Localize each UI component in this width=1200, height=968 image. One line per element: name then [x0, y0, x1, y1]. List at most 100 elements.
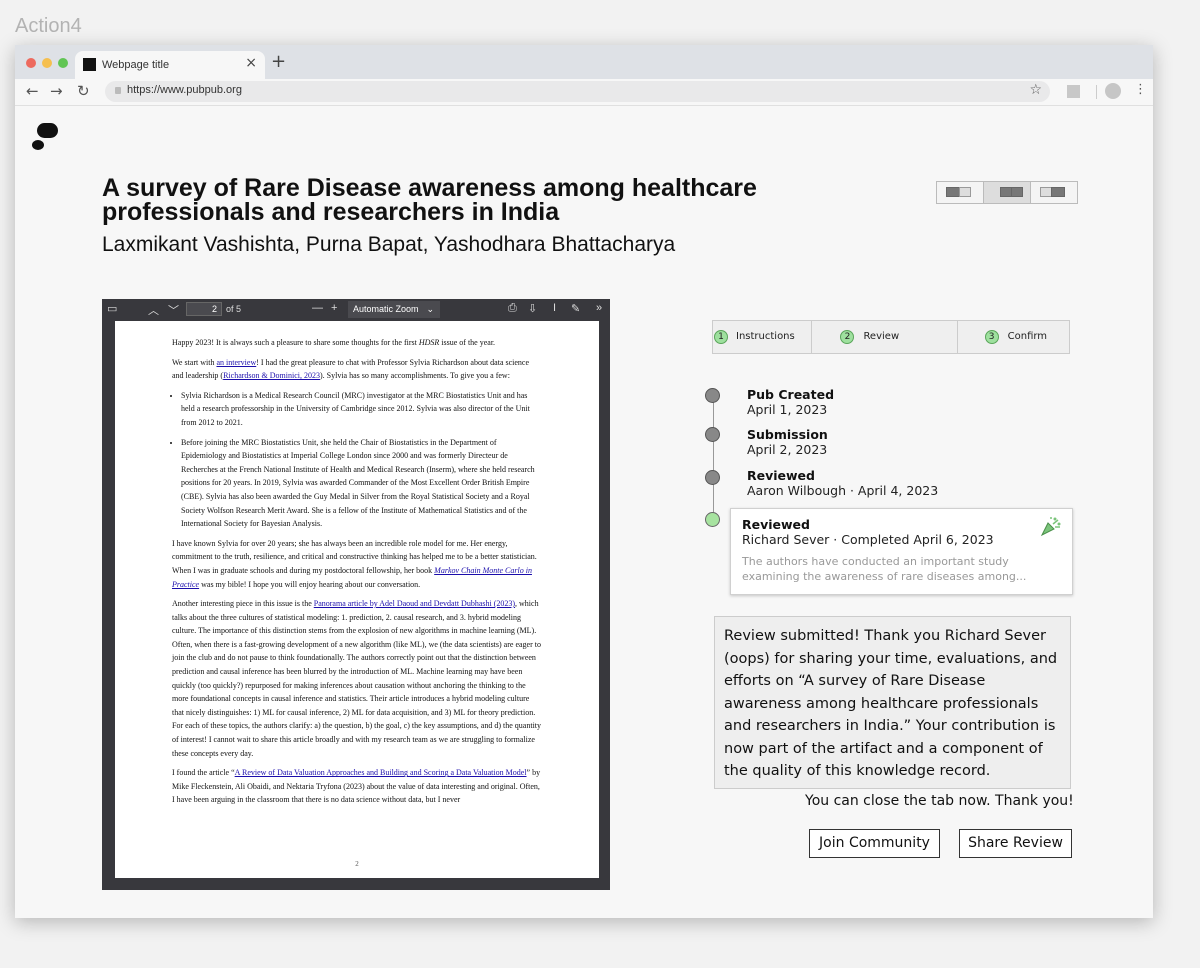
review-card-excerpt: The authors have conducted an important …	[742, 555, 1027, 583]
pdf-page-number: 2	[355, 860, 359, 868]
toolbar-divider	[1096, 85, 1097, 99]
tab-title: Webpage title	[102, 59, 170, 71]
step-label: Review	[863, 331, 900, 342]
zoom-out-icon[interactable]: —	[312, 302, 323, 314]
join-community-button[interactable]: Join Community	[809, 829, 940, 858]
browser-tab[interactable]: Webpage title ×	[75, 51, 265, 79]
zoom-select[interactable]: Automatic Zoom ⌄	[348, 301, 440, 318]
pdf-text: Happy 2023! It is always such a pleasure…	[172, 338, 419, 347]
download-icon[interactable]: ⇩	[528, 302, 537, 315]
pub-authors: Laxmikant Vashishta, Purna Bapat, Yashod…	[102, 233, 676, 256]
timeline-line	[713, 396, 714, 526]
layout-split-button[interactable]	[984, 182, 1031, 203]
reload-icon[interactable]: ↻	[77, 82, 90, 100]
step-review[interactable]: 2 Review	[812, 321, 958, 353]
extension-icon[interactable]	[1067, 85, 1080, 98]
zoom-in-icon[interactable]: +	[331, 302, 337, 314]
zoom-select-value: Automatic Zoom	[353, 304, 419, 314]
list-item: Before joining the MRC Biostatistics Uni…	[181, 436, 542, 531]
review-card[interactable]: Reviewed Richard Sever · Completed April…	[730, 508, 1073, 595]
maximize-window-dot[interactable]	[58, 58, 68, 68]
print-icon[interactable]: ⎙	[508, 302, 517, 315]
citation-link[interactable]: Richardson & Dominici, 2023	[223, 371, 320, 380]
minimize-window-dot[interactable]	[42, 58, 52, 68]
pdf-text: , which talks about the three cultures o…	[172, 599, 542, 758]
profile-avatar[interactable]	[1105, 83, 1121, 99]
timeline-dot-current	[705, 512, 720, 527]
step-number-badge: 2	[840, 330, 855, 344]
chevron-down-icon: ⌄	[426, 304, 434, 314]
back-icon[interactable]: ←	[26, 82, 39, 100]
pdf-viewer[interactable]: ▭ ︿ ﹀ 2 of 5 — + Automatic Zoom ⌄ ⎙ ⇩ I ✎…	[102, 299, 610, 890]
step-confirm[interactable]: 3 Confirm	[958, 321, 1069, 353]
timeline-date: April 1, 2023	[747, 402, 828, 417]
next-page-icon[interactable]: ﹀	[168, 302, 179, 318]
interview-link[interactable]: an interview	[216, 358, 256, 367]
pdf-paragraph: We start with an interview! I had the gr…	[172, 356, 542, 383]
tab-close-icon[interactable]: ×	[245, 55, 257, 71]
timeline-dot	[705, 470, 720, 485]
pub-title: A survey of Rare Disease awareness among…	[102, 174, 757, 226]
timeline-title: Submission	[747, 427, 828, 442]
previous-page-icon[interactable]: ︿	[148, 302, 159, 318]
close-tab-note: You can close the tab now. Thank you!	[805, 793, 1074, 809]
timeline-date: April 2, 2023	[747, 442, 828, 457]
text-select-icon[interactable]: I	[553, 302, 556, 314]
pdf-text: We start with	[172, 357, 217, 367]
pdf-text: ). Sylvia has so many accomplishments. T…	[319, 371, 510, 381]
more-tools-icon[interactable]: »	[596, 302, 602, 314]
data-valuation-article-link[interactable]: A Review of Data Valuation Approaches an…	[235, 768, 527, 777]
pdf-toolbar: ▭ ︿ ﹀ 2 of 5 — + Automatic Zoom ⌄ ⎙ ⇩ I ✎…	[102, 299, 610, 321]
lock-icon	[115, 87, 121, 94]
pdf-text-emphasis: HDSR	[418, 338, 440, 347]
layout-left-icon	[946, 187, 960, 197]
pdf-page-text: Happy 2023! It is always such a pleasure…	[172, 336, 542, 813]
pdf-paragraph: I have known Sylvia for over 20 years; s…	[172, 537, 542, 591]
panorama-article-link[interactable]: Panorama article by Adel Daoud and Devda…	[314, 599, 515, 608]
new-tab-button[interactable]: +	[271, 51, 286, 72]
review-card-title: Reviewed	[742, 517, 810, 532]
forward-icon[interactable]: →	[50, 82, 63, 100]
review-card-meta: Richard Sever · Completed April 6, 2023	[742, 532, 994, 547]
step-instructions[interactable]: 1 Instructions	[713, 321, 813, 353]
pdf-paragraph: Another interesting piece in this issue …	[172, 597, 542, 760]
share-review-button[interactable]: Share Review	[959, 829, 1072, 858]
step-label: Instructions	[736, 331, 795, 342]
tab-bar: Webpage title × +	[15, 45, 1153, 79]
timeline-meta: Aaron Wilbough · April 4, 2023	[747, 483, 939, 498]
step-number-badge: 1	[714, 330, 728, 344]
nav-bar: ← → ↻ https://www.pubpub.org ☆ ⋮	[15, 79, 1153, 106]
step-number-badge: 3	[984, 330, 999, 344]
close-window-dot[interactable]	[26, 58, 36, 68]
browser-menu-icon[interactable]: ⋮	[1134, 82, 1147, 97]
pdf-text: I found the article “	[172, 768, 235, 778]
layout-view-toggle	[936, 181, 1078, 204]
page-content: A survey of Rare Disease awareness among…	[15, 106, 1153, 918]
review-submitted-message: Review submitted! Thank you Richard Seve…	[714, 616, 1071, 789]
review-steps: 1 Instructions 2 Review 3 Confirm	[712, 320, 1070, 354]
browser-window: Webpage title × + ← → ↻ https://www.pubp…	[15, 45, 1153, 918]
step-label: Confirm	[1007, 331, 1048, 342]
favicon-icon	[83, 58, 96, 71]
layout-right-focus-button[interactable]	[1031, 182, 1077, 203]
url-text[interactable]: https://www.pubpub.org	[127, 84, 242, 96]
layout-left-focus-button[interactable]	[937, 182, 984, 203]
layout-left-icon-secondary	[959, 187, 971, 197]
annotate-pen-icon[interactable]: ✎	[571, 302, 580, 315]
page-number-input[interactable]: 2	[186, 302, 222, 316]
layout-right-icon	[1051, 187, 1065, 197]
pdf-paragraph: I found the article “A Review of Data Va…	[172, 766, 542, 807]
bookmark-star-icon[interactable]: ☆	[1029, 82, 1042, 98]
pdf-text: issue of the year.	[439, 338, 496, 347]
party-popper-icon	[1040, 517, 1061, 537]
address-bar[interactable]: https://www.pubpub.org ☆	[105, 81, 1050, 102]
timeline-title: Pub Created	[747, 387, 835, 402]
timeline-dot	[705, 427, 720, 442]
pdf-page: Happy 2023! It is always such a pleasure…	[115, 321, 599, 878]
pdf-bullet-list: Sylvia Richardson is a Medical Research …	[172, 389, 542, 531]
layout-split-icon-secondary	[1011, 187, 1023, 197]
sidebar-toggle-icon[interactable]: ▭	[107, 302, 117, 315]
pubpub-logo-icon[interactable]	[32, 123, 58, 153]
timeline-title: Reviewed	[747, 468, 815, 483]
pdf-text: Another interesting piece in this issue …	[172, 599, 314, 609]
